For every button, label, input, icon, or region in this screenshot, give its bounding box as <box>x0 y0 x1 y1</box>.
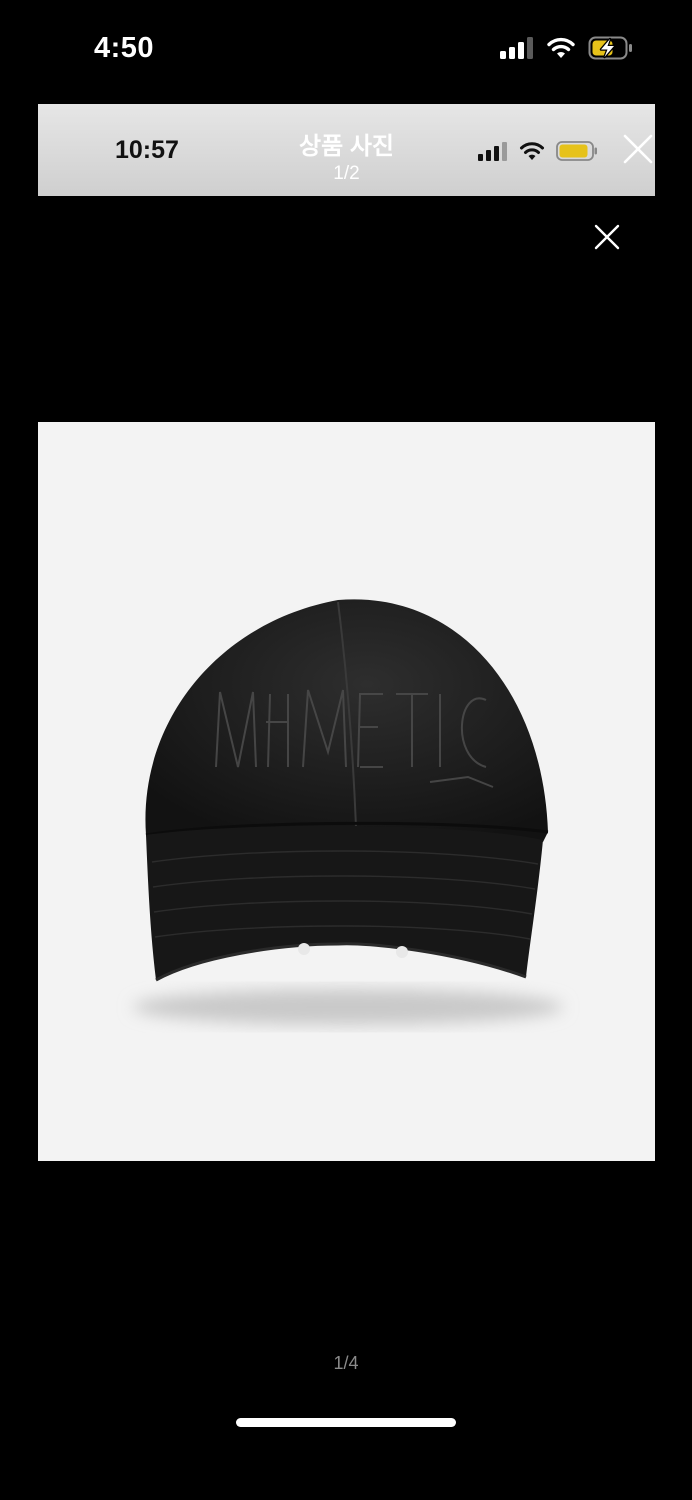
home-indicator[interactable] <box>236 1418 456 1427</box>
inner-status-icons <box>478 141 598 161</box>
wifi-icon <box>547 37 575 58</box>
page-indicator: 1/4 <box>333 1353 359 1373</box>
viewer-close-button[interactable] <box>594 224 620 250</box>
inner-image-counter: 1/2 <box>333 163 360 184</box>
status-time: 4:50 <box>94 32 155 64</box>
battery-charging-icon <box>588 36 632 60</box>
screen: 4:50 10:57 상품 사진 1/2 1/4 <box>0 0 692 1500</box>
cap-photo <box>133 599 563 1025</box>
status-bar: 4:50 <box>0 0 692 104</box>
inner-screenshot-header: 10:57 상품 사진 1/2 <box>38 104 655 196</box>
product-image[interactable] <box>38 422 655 1161</box>
signal-icon <box>500 37 533 59</box>
status-icons <box>500 36 634 60</box>
battery-icon <box>556 141 597 161</box>
signal-icon <box>478 141 507 161</box>
close-icon <box>623 134 653 164</box>
close-icon <box>594 224 620 250</box>
wifi-icon <box>520 141 544 160</box>
